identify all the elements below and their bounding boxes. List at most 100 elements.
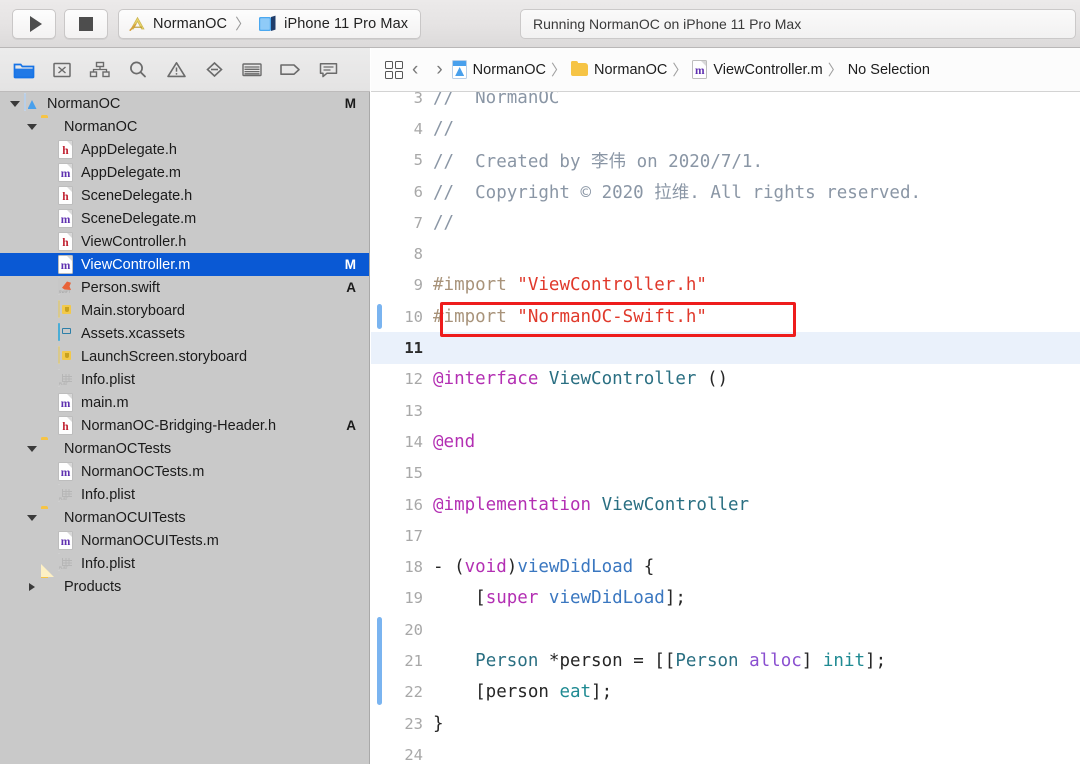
tree-row[interactable]: Info.plist: [0, 483, 369, 506]
tree-row[interactable]: NormanOCTests: [0, 437, 369, 460]
navigate-forward-button[interactable]: ›: [427, 59, 451, 81]
tree-row[interactable]: h SceneDelegate.h: [0, 184, 369, 207]
code-line[interactable]: 9 #import "ViewController.h": [371, 270, 1080, 301]
code-line[interactable]: 17: [371, 520, 1080, 551]
navigator-selector-bar: [0, 48, 370, 92]
code-line[interactable]: 22 [person eat];: [371, 677, 1080, 708]
tree-row[interactable]: m NormanOCUITests.m: [0, 529, 369, 552]
code-line-text: @interface ViewController (): [433, 369, 728, 389]
tree-row[interactable]: NormanOC M: [0, 92, 369, 115]
code-line[interactable]: 7 //: [371, 207, 1080, 238]
code-line[interactable]: 21 Person *person = [[Person alloc] init…: [371, 645, 1080, 676]
breadcrumb-item-group[interactable]: NormanOC: [571, 60, 667, 78]
stop-button[interactable]: [64, 8, 108, 39]
sidebar-item-breakpoint-navigator[interactable]: [275, 56, 305, 84]
tree-row[interactable]: Products: [0, 575, 369, 598]
code-line[interactable]: 5 // Created by 李伟 on 2020/7/1.: [371, 145, 1080, 176]
tree-row[interactable]: Assets.xcassets: [0, 322, 369, 345]
sidebar-item-find-navigator[interactable]: [123, 56, 153, 84]
sidebar-item-debug-navigator[interactable]: [237, 56, 267, 84]
line-number: 17: [404, 526, 423, 545]
code-line[interactable]: 12 @interface ViewController (): [371, 364, 1080, 395]
line-number: 5: [413, 151, 423, 170]
tree-row[interactable]: m AppDelegate.m: [0, 161, 369, 184]
code-token: viewDidLoad: [517, 557, 634, 578]
breadcrumb-item-file[interactable]: m ViewController.m: [692, 60, 823, 79]
tree-row[interactable]: Info.plist: [0, 552, 369, 575]
code-line-text: Person *person = [[Person alloc] init];: [433, 651, 886, 671]
chevron-down-icon[interactable]: [25, 511, 38, 524]
code-line-text: @end: [433, 432, 475, 452]
scheme-selector[interactable]: NormanOC 〉 iPhone 11 Pro Max: [118, 8, 422, 39]
tree-row[interactable]: h NormanOC-Bridging-Header.h A: [0, 414, 369, 437]
source-code-editor[interactable]: 3 // NormanOC 4 // 5 // Created by 李伟 on 2020…: [371, 92, 1080, 764]
code-token: viewDidLoad: [548, 588, 665, 609]
code-line[interactable]: 24: [371, 739, 1080, 764]
code-line[interactable]: 8: [371, 238, 1080, 269]
chevron-right-icon[interactable]: [25, 580, 38, 593]
tree-row-label: NormanOC: [47, 95, 121, 112]
tree-row-label: Person.swift: [81, 279, 160, 296]
code-line[interactable]: 20: [371, 614, 1080, 645]
code-line[interactable]: 11: [371, 332, 1080, 364]
tree-row[interactable]: m main.m: [0, 391, 369, 414]
code-line[interactable]: 15: [371, 458, 1080, 489]
header-h-file-icon: h: [58, 232, 75, 251]
tree-row[interactable]: LaunchScreen.storyboard: [0, 345, 369, 368]
sidebar-item-test-navigator[interactable]: [199, 56, 229, 84]
code-token: ViewController: [601, 494, 750, 515]
navigate-back-button[interactable]: ‹: [403, 59, 427, 81]
tree-row-label: main.m: [81, 394, 129, 411]
code-line[interactable]: 3 // NormanOC: [371, 92, 1080, 113]
code-line[interactable]: 14 @end: [371, 426, 1080, 457]
code-line[interactable]: 10 #import "NormanOC-Swift.h": [371, 301, 1080, 332]
code-line[interactable]: 23}: [371, 708, 1080, 739]
code-line[interactable]: 13: [371, 395, 1080, 426]
code-line[interactable]: 4 //: [371, 113, 1080, 144]
report-speech-icon: [319, 63, 337, 78]
sidebar-item-report-navigator[interactable]: [313, 56, 343, 84]
chevron-down-icon[interactable]: [25, 120, 38, 133]
breadcrumb-label: No Selection: [847, 61, 930, 78]
tree-row[interactable]: NormanOC: [0, 115, 369, 138]
uncommitted-change-bar[interactable]: [377, 304, 382, 330]
tree-row[interactable]: m SceneDelegate.m: [0, 207, 369, 230]
run-button[interactable]: [12, 8, 56, 39]
sidebar-item-source-control-navigator[interactable]: [47, 56, 77, 84]
tree-row[interactable]: Main.storyboard: [0, 299, 369, 322]
code-line[interactable]: 6 // Copyright © 2020 拉维. All rights rese…: [371, 176, 1080, 207]
related-items-icon[interactable]: [385, 60, 403, 79]
tree-row[interactable]: NormanOCUITests: [0, 506, 369, 529]
breadcrumb-item-project[interactable]: NormanOC: [451, 60, 546, 79]
sidebar-item-issue-navigator[interactable]: [161, 56, 191, 84]
code-token: @interface: [433, 369, 539, 390]
chevron-down-icon[interactable]: [25, 442, 38, 455]
breadcrumb-item-selection[interactable]: No Selection: [848, 62, 930, 78]
tree-row[interactable]: m ViewController.m M: [0, 253, 369, 276]
tree-row[interactable]: h ViewController.h: [0, 230, 369, 253]
tree-row[interactable]: h AppDelegate.h: [0, 138, 369, 161]
chevron-down-icon[interactable]: [8, 97, 21, 110]
code-token: ViewController: [548, 369, 697, 390]
code-line[interactable]: 18 - (void)viewDidLoad {: [371, 551, 1080, 582]
code-token: {: [633, 557, 655, 578]
code-line[interactable]: 19 [super viewDidLoad];: [371, 583, 1080, 614]
header-h-file-icon: h: [58, 140, 75, 159]
tree-row-label: SceneDelegate.m: [81, 210, 197, 227]
line-number: 11: [404, 339, 423, 358]
code-line[interactable]: 16 @implementation ViewController: [371, 489, 1080, 520]
tree-row[interactable]: Person.swift A: [0, 276, 369, 299]
tree-row[interactable]: Info.plist: [0, 368, 369, 391]
tree-row[interactable]: m NormanOCTests.m: [0, 460, 369, 483]
code-line-text: }: [433, 714, 444, 734]
objc-m-file-icon: m: [58, 163, 75, 182]
plist-file-icon: [58, 553, 75, 573]
swift-file-icon: [58, 277, 75, 297]
sidebar-item-project-navigator[interactable]: [9, 56, 39, 84]
project-navigator-tree[interactable]: NormanOC M NormanOC h AppDelegate.h m AppDeleg…: [0, 92, 370, 764]
sidebar-item-symbol-navigator[interactable]: [85, 56, 115, 84]
uncommitted-change-bar[interactable]: [377, 617, 382, 705]
